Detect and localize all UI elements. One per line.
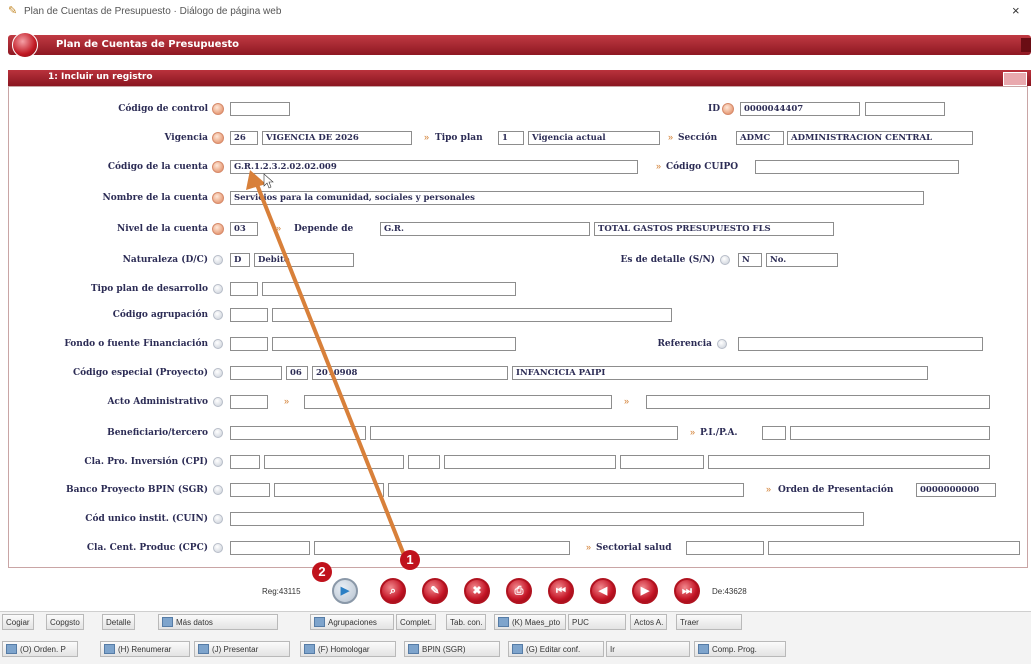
toolbar-btn-bpin-sgr[interactable]: BPIN (SGR) <box>404 641 500 657</box>
record-current: Reg:43115 <box>262 587 301 596</box>
toolbar-btn-label: (H) Renumerar <box>118 644 172 654</box>
toolbar-btn-label: Copgsto <box>50 617 80 627</box>
window-icon <box>512 644 523 654</box>
window-icon <box>304 644 315 654</box>
toolbar-btn-copgsto[interactable]: Copgsto <box>46 614 84 630</box>
toolbar-btn-renumerar[interactable]: (H) Renumerar <box>100 641 190 657</box>
window-icon <box>408 644 419 654</box>
window-icon <box>104 644 115 654</box>
toolbar-btn-actos-a[interactable]: Actos A. <box>630 614 668 630</box>
toolbar-btn-label: Más datos <box>176 617 213 627</box>
toolbar-btn-label: Detalle <box>106 617 131 627</box>
toolbar-btn-orden-p[interactable]: (O) Orden. P <box>2 641 78 657</box>
delete-icon[interactable]: ✖ <box>464 578 490 604</box>
toolbar-btn-label: PUC <box>572 617 589 627</box>
first-record-icon[interactable]: ⏮ <box>548 578 574 604</box>
toolbar-btn-comp-prog[interactable]: Comp. Prog. <box>694 641 786 657</box>
window-icon <box>198 644 209 654</box>
annotation-badge-1: 1 <box>400 550 420 570</box>
search-icon[interactable]: ⌕ <box>380 578 406 604</box>
annotation-badge-2: 2 <box>312 562 332 582</box>
toolbar-btn-maes-pto[interactable]: (K) Maes_pto <box>494 614 566 630</box>
toolbar-btn-detalle[interactable]: Detalle <box>102 614 135 630</box>
toolbar-btn-ir[interactable]: Ir <box>606 641 690 657</box>
new-record-play-icon[interactable]: ▶ <box>332 578 358 604</box>
toolbar-btn-homologar[interactable]: (F) Homologar <box>300 641 396 657</box>
toolbar-btn-traer[interactable]: Traer <box>676 614 742 630</box>
annotation-arrowhead <box>246 170 266 190</box>
toolbar-btn-label: Agrupaciones <box>328 617 377 627</box>
toolbar-btn-agrupaciones[interactable]: Agrupaciones <box>310 614 394 630</box>
toolbar-btn-label: (G) Editar conf. <box>526 644 581 654</box>
toolbar-btn-mas-datos[interactable]: Más datos <box>158 614 278 630</box>
toolbar-btn-editar-conf[interactable]: (G) Editar conf. <box>508 641 604 657</box>
toolbar-btn-puc[interactable]: PUC <box>568 614 626 630</box>
print-icon[interactable]: ⎙ <box>506 578 532 604</box>
toolbar-btn-label: Comp. Prog. <box>712 644 757 654</box>
window-icon <box>698 644 709 654</box>
toolbar-btn-label: (F) Homologar <box>318 644 370 654</box>
mouse-cursor-icon <box>263 173 274 189</box>
window-icon <box>498 617 509 627</box>
toolbar-btn-label: (O) Orden. P <box>20 644 66 654</box>
previous-record-icon[interactable]: ◀ <box>590 578 616 604</box>
toolbar-btn-label: Actos A. <box>634 617 664 627</box>
toolbar-btn-copiar[interactable]: Cogiar <box>2 614 34 630</box>
toolbar-btn-label: Cogiar <box>6 617 30 627</box>
annotation-arrow-line <box>254 180 410 567</box>
window-icon <box>314 617 325 627</box>
next-record-icon[interactable]: ▶ <box>632 578 658 604</box>
toolbar-btn-label: (K) Maes_pto <box>512 617 561 627</box>
toolbar-btn-presentar[interactable]: (J) Presentar <box>194 641 290 657</box>
record-total: De:43628 <box>712 587 747 596</box>
toolbar-btn-label: Complet. <box>400 617 433 627</box>
toolbar-btn-label: Traer <box>680 617 699 627</box>
toolbar-btn-tab-con[interactable]: Tab. con. <box>446 614 487 630</box>
edit-icon[interactable]: ✎ <box>422 578 448 604</box>
toolbar-btn-label: (J) Presentar <box>212 644 259 654</box>
toolbar-btn-label: BPIN (SGR) <box>422 644 466 654</box>
toolbar-btn-label: Tab. con. <box>450 617 483 627</box>
window-icon <box>162 617 173 627</box>
last-record-icon[interactable]: ⏭ <box>674 578 700 604</box>
toolbar-btn-label: Ir <box>610 644 615 654</box>
toolbar-btn-complet[interactable]: Complet. <box>396 614 437 630</box>
window-icon <box>6 644 17 654</box>
annotation-arrow-overlay <box>246 170 410 567</box>
